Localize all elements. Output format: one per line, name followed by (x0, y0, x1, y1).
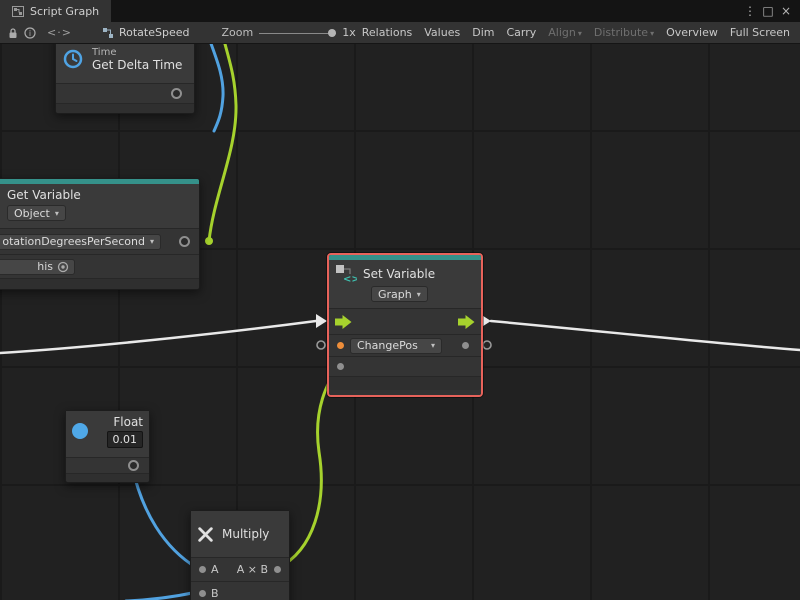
node-footer (0, 278, 199, 289)
set-variable-object-port[interactable] (337, 342, 344, 349)
set-variable-header: <> Set Variable Graph ▾ (329, 260, 481, 308)
node-footer (329, 376, 481, 390)
floating-port-right[interactable] (483, 341, 491, 349)
floating-port-left[interactable] (317, 341, 325, 349)
node-title: Get Delta Time (92, 58, 182, 72)
float-output-port[interactable] (128, 460, 139, 471)
node-multiply[interactable]: Multiply A A × B B (190, 510, 290, 600)
chevron-down-icon: ▾ (150, 237, 154, 246)
carry-button[interactable]: Carry (500, 26, 542, 39)
variable-name-value: otationDegreesPerSecond (2, 235, 145, 248)
float-header: Float 0.01 (66, 411, 149, 457)
node-footer (66, 473, 149, 482)
graph-name: RotateSpeed (119, 26, 190, 39)
node-title: Multiply (222, 527, 269, 541)
variable-name-value: ChangePos (357, 339, 418, 352)
node-title: Float (113, 415, 143, 429)
svg-text:<>: <> (343, 274, 357, 284)
script-graph-icon (12, 6, 24, 17)
multiply-output-port[interactable] (274, 566, 281, 573)
wire-green-endpoint-dot (205, 237, 213, 245)
set-variable-value-port[interactable] (337, 363, 344, 370)
chevron-down-icon: ▾ (578, 29, 582, 38)
variable-scope-dropdown[interactable]: Object ▾ (7, 205, 66, 221)
delta-time-output-port[interactable] (171, 88, 182, 99)
zoom-slider-knob[interactable] (328, 29, 336, 37)
flow-output-arrow[interactable] (458, 315, 475, 329)
window-tab-bar: Script Graph ⋮ □ × (0, 0, 800, 22)
multiply-icon (197, 526, 214, 543)
variable-scope-value: Graph (378, 288, 412, 301)
maximize-icon[interactable]: □ (760, 4, 776, 18)
tab-script-graph[interactable]: Script Graph (0, 0, 111, 22)
wire-green-top (209, 28, 236, 241)
chevron-down-icon: ▾ (650, 29, 654, 38)
graph-root-button[interactable]: <·> (47, 26, 72, 39)
values-button[interactable]: Values (418, 26, 466, 39)
chevron-down-icon: ▾ (431, 341, 435, 350)
dim-button[interactable]: Dim (466, 26, 500, 39)
chevron-down-icon: ▾ (55, 209, 59, 218)
target-object-chip[interactable]: his (0, 259, 75, 275)
tab-title: Script Graph (30, 5, 99, 18)
node-footer (56, 103, 194, 113)
align-button[interactable]: Align▾ (542, 26, 588, 39)
flow-input-arrow[interactable] (335, 315, 352, 329)
multiply-input-a-port[interactable] (199, 566, 206, 573)
graph-toolbar: i <·> RotateSpeed Zoom 1x Relations Valu… (0, 22, 800, 44)
float-icon (72, 423, 88, 439)
zoom-label: Zoom (221, 26, 253, 39)
variable-name-dropdown[interactable]: ChangePos ▾ (350, 338, 442, 354)
lock-icon[interactable] (4, 27, 22, 39)
flow-arrow-in-white (316, 314, 327, 328)
zoom-slider-track (259, 33, 336, 34)
multiply-input-b-port[interactable] (199, 590, 206, 597)
info-icon[interactable]: i (22, 27, 40, 39)
window-controls: ⋮ □ × (742, 0, 800, 22)
float-value-field[interactable]: 0.01 (107, 431, 144, 448)
get-variable-header: Get Variable Object ▾ (0, 184, 199, 228)
wire-flow-white-left (0, 321, 316, 353)
zoom-slider[interactable] (259, 26, 336, 40)
node-title: Get Variable (7, 188, 193, 202)
graph-asset-icon (102, 27, 114, 39)
selection-outline: <> Set Variable Graph ▾ (327, 253, 483, 397)
zoom-value: 1x (342, 26, 356, 39)
target-object-label: his (37, 260, 53, 273)
wire-flow-white-right (491, 321, 800, 350)
clock-icon (62, 48, 84, 70)
input-a-label: A (211, 563, 219, 576)
variable-scope-dropdown[interactable]: Graph ▾ (371, 286, 428, 302)
overview-button[interactable]: Overview (660, 26, 724, 39)
target-icon (57, 261, 69, 273)
node-float[interactable]: Float 0.01 (65, 410, 150, 483)
set-variable-icon: <> (335, 264, 357, 284)
distribute-button[interactable]: Distribute▾ (588, 26, 660, 39)
graph-breadcrumb[interactable]: RotateSpeed (102, 26, 190, 39)
multiply-header: Multiply (191, 511, 289, 557)
close-icon[interactable]: × (778, 4, 794, 18)
input-b-label: B (211, 587, 219, 600)
node-get-variable[interactable]: Get Variable Object ▾ otationDegreesPerS… (0, 178, 200, 290)
wire-blue-bottom-to-multiply-b (126, 592, 197, 600)
node-get-delta-time[interactable]: Time Get Delta Time (55, 34, 195, 114)
variable-name-dropdown[interactable]: otationDegreesPerSecond ▾ (0, 234, 161, 250)
svg-text:i: i (29, 29, 31, 38)
variable-scope-value: Object (14, 207, 50, 220)
toolbar-buttons: Relations Values Dim Carry Align▾ Distri… (356, 26, 796, 39)
full-screen-button[interactable]: Full Screen (724, 26, 796, 39)
set-variable-output-port[interactable] (462, 342, 469, 349)
get-variable-output-port[interactable] (179, 236, 190, 247)
node-set-variable[interactable]: <> Set Variable Graph ▾ (329, 255, 481, 395)
relations-button[interactable]: Relations (356, 26, 419, 39)
output-label: A × B (237, 563, 268, 576)
node-title: Set Variable (363, 267, 435, 281)
node-subtitle: Time (92, 47, 182, 58)
chevron-down-icon: ▾ (417, 290, 421, 299)
graph-canvas[interactable]: Time Get Delta Time Get Variable Object … (0, 0, 800, 600)
window-menu-icon[interactable]: ⋮ (742, 4, 758, 18)
